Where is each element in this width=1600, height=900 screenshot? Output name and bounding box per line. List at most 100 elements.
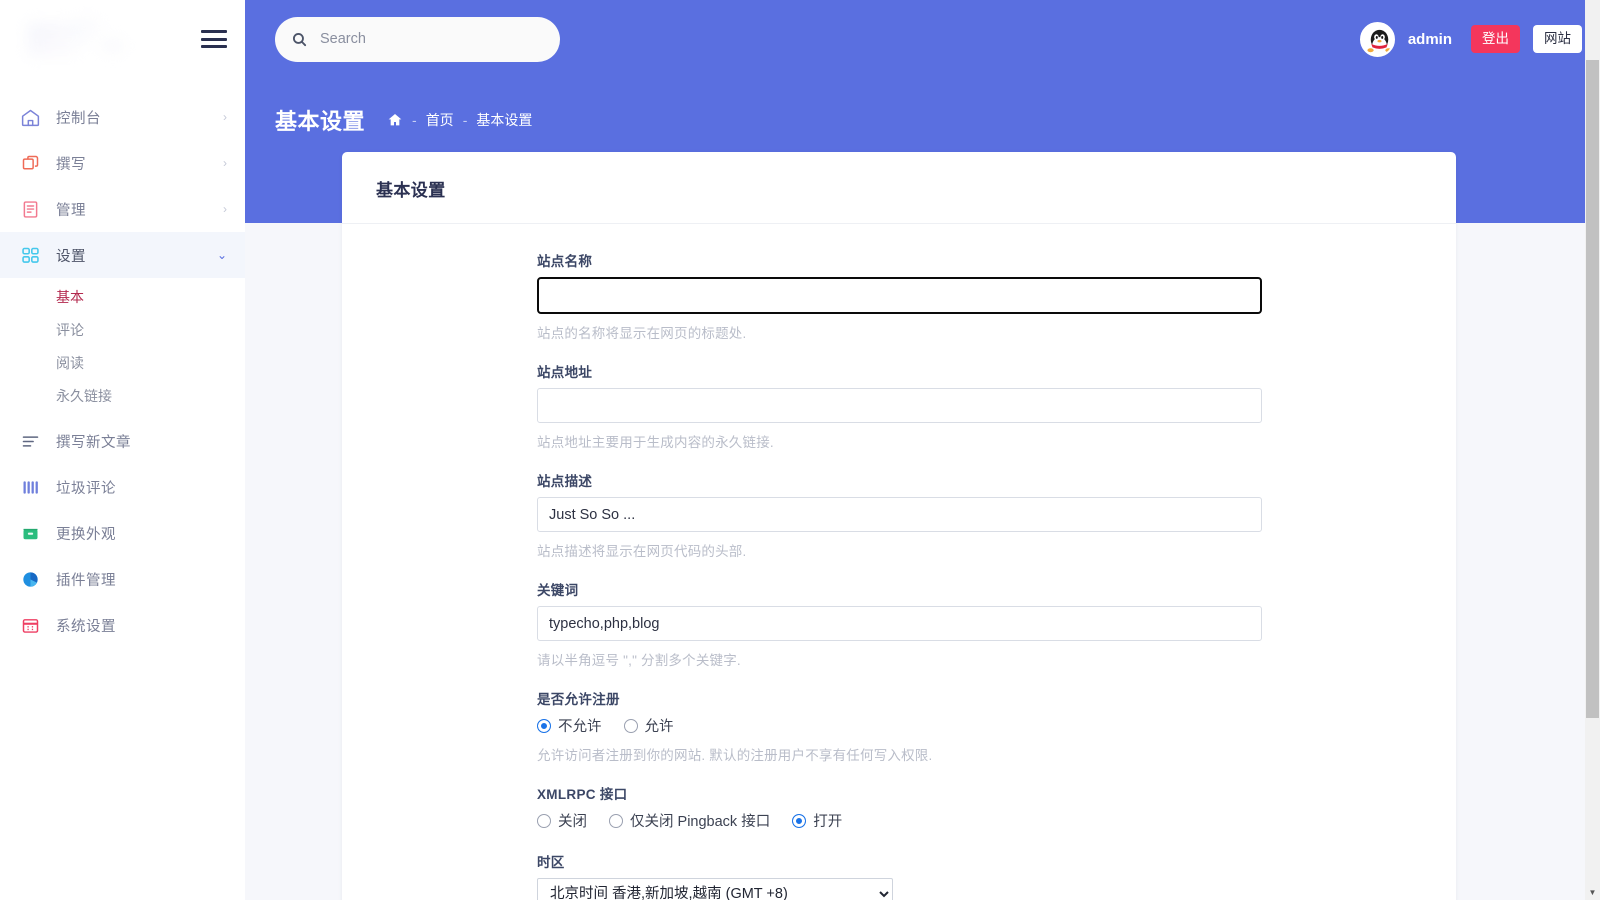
sidebar-item-manage[interactable]: 管理 ›	[0, 186, 245, 232]
app-root: 控制台 › 撰写 ›	[0, 0, 1600, 900]
site-description-input[interactable]	[537, 497, 1262, 532]
dashboard-icon	[20, 106, 46, 128]
field-help: 允许访问者注册到你的网站. 默认的注册用户不享有任何写入权限.	[537, 744, 1262, 764]
sidebar-item-label: 系统设置	[56, 615, 227, 636]
radio-dot[interactable]	[537, 814, 551, 828]
field-help: 站点描述将显示在网页代码的头部.	[537, 540, 1262, 560]
site-logo[interactable]	[22, 17, 142, 61]
calendar-icon	[20, 614, 46, 636]
scroll-down-arrow-icon[interactable]: ▼	[1585, 885, 1600, 900]
field-site-name: 站点名称 站点的名称将显示在网页的标题处.	[537, 250, 1262, 342]
sidebar-subitem-label: 永久链接	[56, 386, 112, 406]
sidebar-item-new-post[interactable]: 撰写新文章	[0, 418, 245, 464]
field-label: 站点描述	[537, 470, 1262, 490]
sidebar-item-label: 撰写	[56, 153, 223, 174]
user-name: admin	[1408, 31, 1452, 48]
settings-card: 基本设置 站点名称 站点的名称将显示在网页的标题处. 站点地址	[342, 152, 1456, 900]
sidebar-item-spam[interactable]: 垃圾评论	[0, 464, 245, 510]
card-header: 基本设置	[342, 152, 1456, 224]
sidebar-item-write[interactable]: 撰写 ›	[0, 140, 245, 186]
sidebar-subitem-label: 基本	[56, 287, 84, 307]
sidebar-item-system[interactable]: 系统设置	[0, 602, 245, 648]
plugin-icon	[20, 568, 46, 590]
card-body: 站点名称 站点的名称将显示在网页的标题处. 站点地址 站点地址主要用于生成内容的…	[342, 224, 1456, 900]
keywords-input[interactable]	[537, 606, 1262, 641]
field-label: 关键词	[537, 579, 1262, 599]
radio-label: 不允许	[558, 715, 602, 736]
topbar-right: admin 登出 网站	[1360, 22, 1582, 57]
manage-icon	[20, 198, 46, 220]
breadcrumb-item-current[interactable]: 基本设置	[476, 110, 532, 130]
page-scrollbar[interactable]: ▼	[1585, 0, 1600, 900]
field-label: 站点名称	[537, 250, 1262, 270]
allow-register-radio-group: 不允许 允许	[537, 715, 1262, 736]
sidebar-item-label: 垃圾评论	[56, 477, 227, 498]
sidebar-item-dashboard[interactable]: 控制台 ›	[0, 94, 245, 140]
site-name-input[interactable]	[537, 277, 1262, 314]
sidebar-item-label: 设置	[56, 245, 217, 266]
radio-option-allow[interactable]: 允许	[624, 715, 674, 736]
sidebar-subitem-basic[interactable]: 基本	[0, 280, 245, 313]
field-keywords: 关键词 请以半角逗号 "," 分割多个关键字.	[537, 579, 1262, 669]
search-icon	[291, 31, 308, 48]
chevron-right-icon: ›	[223, 157, 227, 169]
field-site-url: 站点地址 站点地址主要用于生成内容的永久链接.	[537, 361, 1262, 451]
content-scroll-region[interactable]: 基本设置 - 首页 - 基本设置	[245, 78, 1600, 900]
search-input[interactable]	[318, 30, 544, 48]
field-label: 时区	[537, 851, 1262, 871]
radio-label: 仅关闭 Pingback 接口	[630, 810, 770, 831]
lines-icon	[20, 430, 46, 452]
radio-dot[interactable]	[609, 814, 623, 828]
radio-option-pingback-off[interactable]: 仅关闭 Pingback 接口	[609, 810, 770, 831]
sidebar-subitem-permalink[interactable]: 永久链接	[0, 379, 245, 412]
field-help: 站点地址主要用于生成内容的永久链接.	[537, 431, 1262, 451]
appearance-icon	[20, 522, 46, 544]
scrollbar-thumb[interactable]	[1586, 60, 1599, 718]
field-allow-register: 是否允许注册 不允许 允许	[537, 688, 1262, 764]
radio-option-on[interactable]: 打开	[792, 810, 842, 831]
radio-dot[interactable]	[624, 719, 638, 733]
sidebar: 控制台 › 撰写 ›	[0, 0, 245, 900]
search-box[interactable]	[275, 17, 560, 62]
avatar[interactable]	[1360, 22, 1395, 57]
sidebar-item-label: 管理	[56, 199, 223, 220]
sidebar-subitem-reading[interactable]: 阅读	[0, 346, 245, 379]
radio-label: 打开	[813, 810, 842, 831]
radio-dot[interactable]	[537, 719, 551, 733]
menu-toggle-icon[interactable]	[201, 30, 227, 48]
chevron-right-icon: ›	[223, 203, 227, 215]
sidebar-subnav-settings: 基本 评论 阅读 永久链接	[0, 278, 245, 418]
sidebar-item-plugins[interactable]: 插件管理	[0, 556, 245, 602]
field-label: 站点地址	[537, 361, 1262, 381]
site-url-input[interactable]	[537, 388, 1262, 423]
timezone-select[interactable]: 北京时间 香港,新加坡,越南 (GMT +8)	[537, 878, 893, 900]
radio-option-disallow[interactable]: 不允许	[537, 715, 602, 736]
bars-icon	[20, 476, 46, 498]
logout-button[interactable]: 登出	[1471, 25, 1520, 53]
sidebar-item-appearance[interactable]: 更换外观	[0, 510, 245, 556]
sidebar-item-settings[interactable]: 设置 ⌄	[0, 232, 245, 278]
field-help: 站点的名称将显示在网页的标题处.	[537, 322, 1262, 342]
main-area: admin 登出 网站 基本设置 -	[245, 0, 1600, 900]
sidebar-item-label: 更换外观	[56, 523, 227, 544]
sidebar-subitem-comment[interactable]: 评论	[0, 313, 245, 346]
basic-settings-form: 站点名称 站点的名称将显示在网页的标题处. 站点地址 站点地址主要用于生成内容的…	[537, 250, 1262, 900]
radio-label: 允许	[645, 715, 674, 736]
home-icon[interactable]	[387, 112, 403, 128]
field-help: 请以半角逗号 "," 分割多个关键字.	[537, 649, 1262, 669]
page-title: 基本设置	[275, 104, 365, 136]
sidebar-header	[0, 0, 245, 78]
radio-dot[interactable]	[792, 814, 806, 828]
breadcrumb-item-home[interactable]: 首页	[426, 110, 454, 130]
radio-option-off[interactable]: 关闭	[537, 810, 587, 831]
view-site-button[interactable]: 网站	[1533, 25, 1582, 53]
radio-label: 关闭	[558, 810, 587, 831]
field-label: XMLRPC 接口	[537, 783, 1262, 803]
settings-icon	[20, 244, 46, 266]
write-icon	[20, 152, 46, 174]
field-xmlrpc: XMLRPC 接口 关闭 仅关闭 Pingback 接口	[537, 783, 1262, 847]
sidebar-nav: 控制台 › 撰写 ›	[0, 78, 245, 648]
card-title: 基本设置	[376, 176, 1422, 201]
chevron-right-icon: ›	[223, 111, 227, 123]
xmlrpc-radio-group: 关闭 仅关闭 Pingback 接口 打开	[537, 810, 1262, 831]
